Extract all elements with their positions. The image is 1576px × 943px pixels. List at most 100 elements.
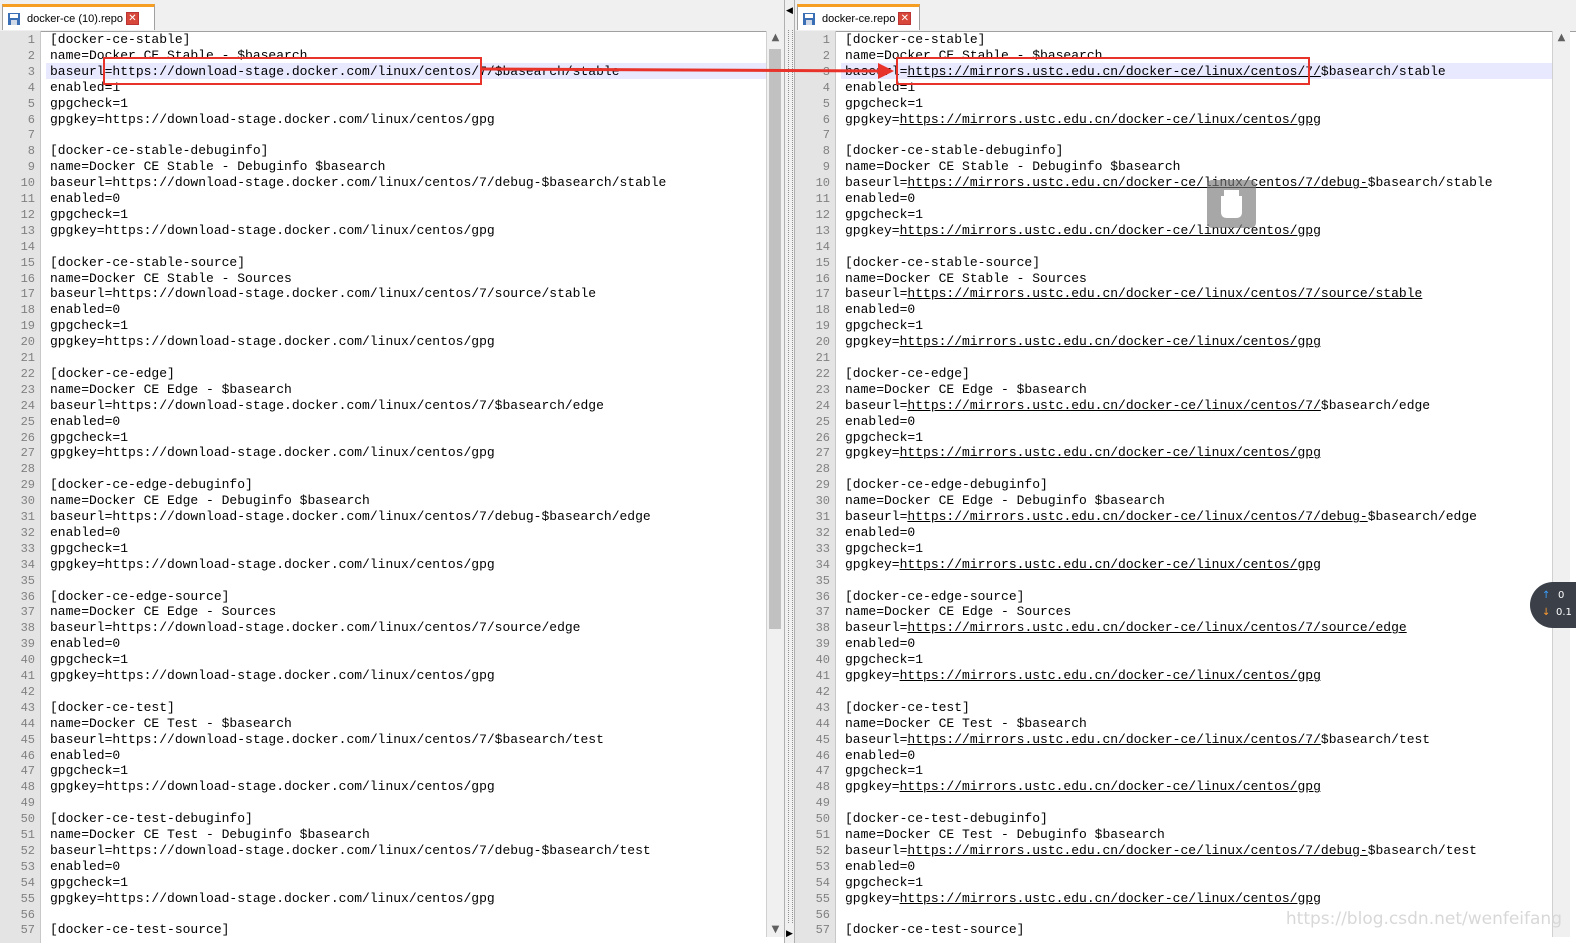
code-line[interactable]: gpgkey=https://download-stage.docker.com…: [50, 334, 495, 350]
code-line[interactable]: gpgcheck=1: [845, 430, 923, 446]
code-line[interactable]: enabled=0: [845, 191, 915, 207]
url-link[interactable]: https://mirrors.ustc.edu.cn/docker-ce/li…: [907, 732, 1320, 747]
url-link[interactable]: https://mirrors.ustc.edu.cn/docker-ce/li…: [900, 334, 1321, 349]
code-line[interactable]: [docker-ce-edge-debuginfo]: [845, 477, 1048, 493]
code-line[interactable]: name=Docker CE Test - Debuginfo $basearc…: [845, 827, 1165, 843]
url-link[interactable]: https://mirrors.ustc.edu.cn/docker-ce/li…: [900, 557, 1321, 572]
code-line[interactable]: gpgcheck=1: [50, 875, 128, 891]
code-line[interactable]: gpgcheck=1: [50, 541, 128, 557]
code-line[interactable]: [docker-ce-stable-source]: [50, 255, 245, 271]
code-line[interactable]: name=Docker CE Edge - Debuginfo $basearc…: [845, 493, 1165, 509]
code-line[interactable]: enabled=0: [50, 302, 120, 318]
code-area[interactable]: [docker-ce-stable] name=Docker CE Stable …: [46, 31, 767, 943]
code-line[interactable]: [docker-ce-test-source]: [845, 922, 1024, 938]
code-line[interactable]: baseurl=https://mirrors.ustc.edu.cn/dock…: [845, 843, 1477, 859]
code-line[interactable]: baseurl=https://download-stage.docker.co…: [50, 620, 581, 636]
code-line[interactable]: gpgcheck=1: [50, 207, 128, 223]
tab-docker-ce-10-repo[interactable]: docker-ce (10).repo ✕: [2, 4, 155, 30]
code-line[interactable]: [docker-ce-edge-debuginfo]: [50, 477, 253, 493]
code-line[interactable]: gpgkey=https://download-stage.docker.com…: [50, 445, 495, 461]
code-line[interactable]: [docker-ce-test]: [50, 700, 175, 716]
code-line[interactable]: name=Docker CE Test - $basearch: [845, 716, 1087, 732]
code-line[interactable]: name=Docker CE Edge - Debuginfo $basearc…: [50, 493, 370, 509]
code-line[interactable]: [docker-ce-stable-debuginfo]: [50, 143, 268, 159]
splitter-grip[interactable]: [788, 30, 793, 923]
code-line[interactable]: [docker-ce-edge-source]: [50, 589, 229, 605]
code-line[interactable]: baseurl=https://mirrors.ustc.edu.cn/dock…: [845, 286, 1422, 302]
url-link[interactable]: https://mirrors.ustc.edu.cn/docker-ce/li…: [907, 509, 1367, 524]
code-line[interactable]: enabled=0: [845, 636, 915, 652]
usb-drive-widget[interactable]: [1207, 180, 1256, 228]
code-line[interactable]: name=Docker CE Test - Debuginfo $basearc…: [50, 827, 370, 843]
code-line[interactable]: baseurl=https://mirrors.ustc.edu.cn/dock…: [845, 620, 1407, 636]
code-line[interactable]: gpgcheck=1: [845, 875, 923, 891]
code-line[interactable]: gpgcheck=1: [845, 96, 923, 112]
code-line[interactable]: enabled=0: [845, 859, 915, 875]
code-line[interactable]: gpgcheck=1: [50, 763, 128, 779]
url-link[interactable]: https://mirrors.ustc.edu.cn/docker-ce/li…: [900, 891, 1321, 906]
scroll-thumb[interactable]: [769, 49, 781, 629]
url-link[interactable]: https://mirrors.ustc.edu.cn/docker-ce/li…: [900, 112, 1321, 127]
scroll-up-icon[interactable]: ▲: [767, 31, 784, 45]
code-line[interactable]: gpgkey=https://mirrors.ustc.edu.cn/docke…: [845, 891, 1321, 907]
code-line[interactable]: gpgkey=https://download-stage.docker.com…: [50, 779, 495, 795]
code-line[interactable]: gpgcheck=1: [50, 652, 128, 668]
code-line[interactable]: baseurl=https://download-stage.docker.co…: [50, 732, 604, 748]
code-line[interactable]: enabled=0: [845, 302, 915, 318]
code-line[interactable]: [docker-ce-edge]: [50, 366, 175, 382]
url-link[interactable]: https://mirrors.ustc.edu.cn/docker-ce/li…: [900, 445, 1321, 460]
code-line[interactable]: gpgcheck=1: [845, 541, 923, 557]
code-line[interactable]: enabled=0: [50, 636, 120, 652]
code-line[interactable]: [docker-ce-stable]: [845, 32, 985, 48]
code-line[interactable]: baseurl=https://download-stage.docker.co…: [50, 398, 604, 414]
scroll-up-icon[interactable]: ▲: [1553, 31, 1570, 45]
code-line[interactable]: gpgkey=https://download-stage.docker.com…: [50, 891, 495, 907]
code-line[interactable]: gpgkey=https://download-stage.docker.com…: [50, 668, 495, 684]
code-line[interactable]: gpgcheck=1: [845, 318, 923, 334]
close-icon[interactable]: ✕: [898, 12, 912, 25]
url-link[interactable]: https://mirrors.ustc.edu.cn/docker-ce/li…: [900, 779, 1321, 794]
code-line[interactable]: enabled=0: [50, 191, 120, 207]
url-link[interactable]: https://mirrors.ustc.edu.cn/docker-ce/li…: [907, 175, 1367, 190]
url-link[interactable]: https://mirrors.ustc.edu.cn/docker-ce/li…: [900, 223, 1321, 238]
code-line[interactable]: gpgcheck=1: [50, 430, 128, 446]
code-line[interactable]: [docker-ce-test-source]: [50, 922, 229, 938]
code-line[interactable]: gpgkey=https://mirrors.ustc.edu.cn/docke…: [845, 445, 1321, 461]
code-line[interactable]: enabled=0: [50, 525, 120, 541]
right-editor[interactable]: 1234567891011121314151617181920212223242…: [795, 31, 1552, 943]
code-line[interactable]: [docker-ce-stable]: [50, 32, 190, 48]
code-line[interactable]: gpgcheck=1: [845, 652, 923, 668]
code-line[interactable]: baseurl=https://download-stage.docker.co…: [50, 843, 651, 859]
code-line[interactable]: gpgkey=https://mirrors.ustc.edu.cn/docke…: [845, 112, 1321, 128]
left-editor[interactable]: 1 2 3 4 5 6 7 8 9 10 11 12 13 14 15 16 17 18 19 20 21 22 23 24 2…: [0, 31, 767, 943]
url-link[interactable]: https://mirrors.ustc.edu.cn/docker-ce/li…: [907, 398, 1320, 413]
code-line[interactable]: [docker-ce-test-debuginfo]: [50, 811, 253, 827]
code-line[interactable]: baseurl=https://mirrors.ustc.edu.cn/dock…: [845, 175, 1493, 191]
code-line[interactable]: [docker-ce-edge]: [845, 366, 970, 382]
code-line[interactable]: enabled=0: [845, 525, 915, 541]
scroll-down-icon[interactable]: ▼: [767, 923, 784, 937]
tab-docker-ce-repo[interactable]: docker-ce.repo ✕: [797, 4, 920, 30]
code-line[interactable]: gpgkey=https://mirrors.ustc.edu.cn/docke…: [845, 668, 1321, 684]
code-line[interactable]: name=Docker CE Stable - Debuginfo $basea…: [845, 159, 1180, 175]
network-speed-widget[interactable]: ↑ 0 ↓ 0.1: [1530, 582, 1576, 628]
code-line[interactable]: baseurl=https://mirrors.ustc.edu.cn/dock…: [845, 509, 1477, 525]
code-line[interactable]: enabled=0: [845, 748, 915, 764]
code-line[interactable]: baseurl=https://mirrors.ustc.edu.cn/dock…: [845, 398, 1430, 414]
code-line[interactable]: baseurl=https://download-stage.docker.co…: [50, 286, 596, 302]
splitter-left-arrow-icon[interactable]: ◀: [786, 6, 793, 16]
code-line[interactable]: enabled=0: [50, 748, 120, 764]
code-line[interactable]: [docker-ce-edge-source]: [845, 589, 1024, 605]
splitter-right-arrow-icon[interactable]: ▶: [786, 929, 793, 939]
code-line[interactable]: gpgcheck=1: [50, 318, 128, 334]
code-line[interactable]: name=Docker CE Edge - $basearch: [50, 382, 292, 398]
code-line[interactable]: baseurl=https://download-stage.docker.co…: [50, 175, 666, 191]
code-line[interactable]: gpgkey=https://mirrors.ustc.edu.cn/docke…: [845, 779, 1321, 795]
code-line[interactable]: gpgkey=https://download-stage.docker.com…: [50, 223, 495, 239]
code-line[interactable]: enabled=0: [50, 414, 120, 430]
left-vertical-scrollbar[interactable]: ▲ ▼: [766, 31, 784, 937]
code-line[interactable]: enabled=0: [845, 414, 915, 430]
code-line[interactable]: name=Docker CE Edge - Sources: [845, 604, 1071, 620]
code-line[interactable]: baseurl=https://download-stage.docker.co…: [50, 509, 651, 525]
code-line[interactable]: name=Docker CE Edge - $basearch: [845, 382, 1087, 398]
